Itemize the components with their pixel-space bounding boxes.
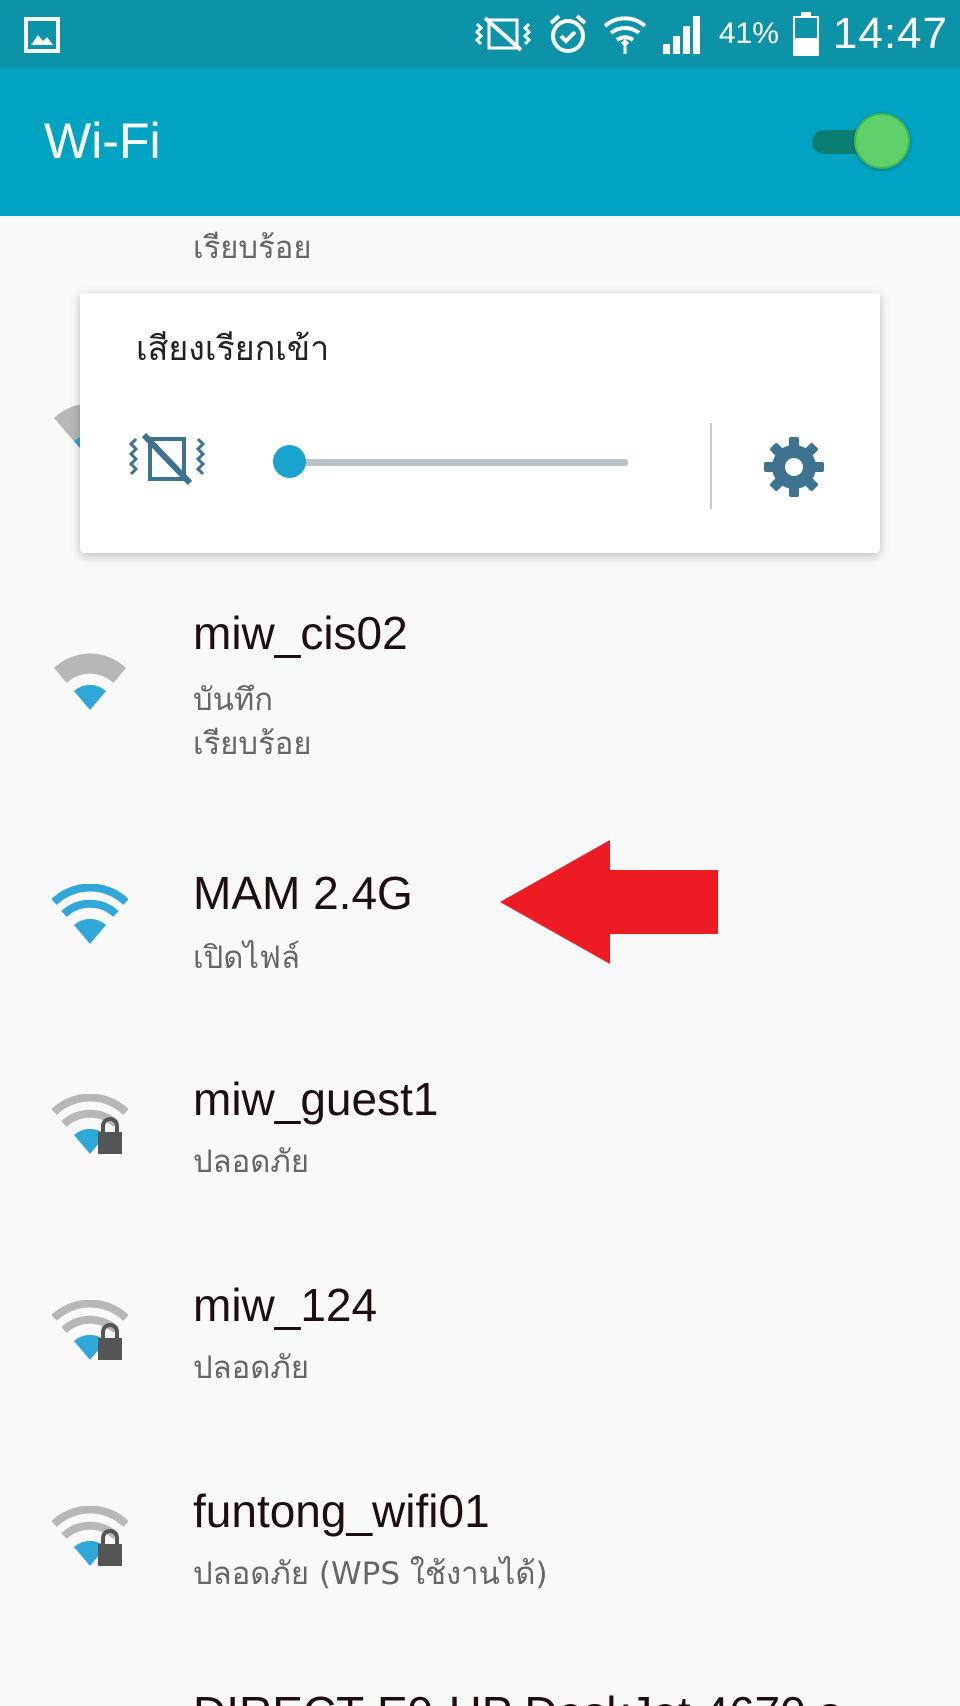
app-bar: Wi-Fi xyxy=(0,68,960,216)
network-status: ปลอดภัย xyxy=(193,1144,310,1180)
red-arrow-annotation xyxy=(500,840,718,964)
wifi-signal-icon xyxy=(52,884,128,944)
gear-icon[interactable] xyxy=(762,435,826,499)
signal-icon xyxy=(662,16,700,54)
alarm-icon xyxy=(549,14,587,53)
divider xyxy=(710,423,712,509)
wifi-signal-icon xyxy=(54,653,126,710)
network-ssid: miw_cis02 xyxy=(193,607,408,659)
network-status: บันทึก xyxy=(193,682,274,718)
network-ssid: MAM 2.4G xyxy=(193,867,413,919)
wifi-secured-icon xyxy=(52,1506,128,1566)
wifi-status-icon xyxy=(603,16,647,54)
battery-icon xyxy=(792,12,819,56)
vibrate-mute-icon[interactable] xyxy=(128,433,206,485)
network-ssid: miw_124 xyxy=(193,1279,378,1331)
wifi-toggle[interactable] xyxy=(808,112,912,170)
volume-popup-title: เสียงเรียกเข้า xyxy=(136,329,330,369)
network-ssid: DIRECT-E9-HP DeskJet 4670 s xyxy=(193,1686,842,1706)
volume-popup: เสียงเรียกเข้า xyxy=(80,293,880,553)
wifi-secured-icon xyxy=(52,1094,128,1154)
network-status: ปลอดภัย xyxy=(193,1350,310,1386)
network-status: ปลอดภัย (WPS ใช้งานได้) xyxy=(193,1556,548,1592)
page-title: Wi-Fi xyxy=(44,113,161,169)
wifi-secured-icon xyxy=(52,1300,128,1360)
toggle-knob xyxy=(854,113,910,169)
gallery-icon xyxy=(24,17,60,53)
clock: 14:47 xyxy=(832,9,948,58)
network-status: เปิดไฟล์ xyxy=(193,940,300,976)
volume-slider-thumb[interactable] xyxy=(273,445,306,478)
battery-percent: 41% xyxy=(718,17,779,50)
vibrate-mute-icon xyxy=(474,16,531,52)
network-ssid: funtong_wifi01 xyxy=(193,1485,490,1537)
network-status-2: เรียบร้อย xyxy=(193,726,312,762)
partial-network-status: เรียบร้อย xyxy=(193,230,312,266)
network-ssid: miw_guest1 xyxy=(193,1073,439,1125)
volume-slider-track[interactable] xyxy=(288,459,628,466)
status-bar: 41% 14:47 xyxy=(0,0,960,68)
